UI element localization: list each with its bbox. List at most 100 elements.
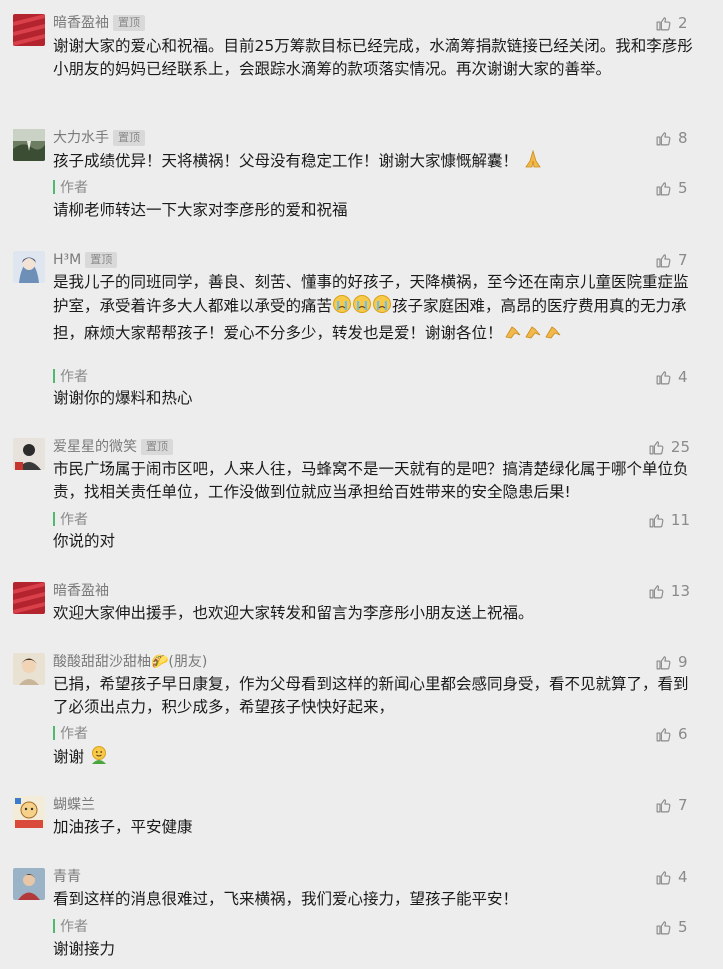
nickname[interactable]: 蝴蝶兰	[53, 794, 95, 816]
like-button[interactable]: 13	[648, 580, 690, 602]
nickname[interactable]: 大力水手	[53, 127, 109, 149]
avatar[interactable]	[13, 129, 45, 161]
avatar[interactable]	[13, 796, 45, 828]
like-count: 25	[670, 438, 690, 456]
like-count: 2	[678, 14, 688, 32]
pray-emoji	[523, 321, 543, 348]
author-bar	[53, 369, 55, 383]
avatar[interactable]	[13, 14, 45, 46]
comment-text: 市民广场属于闹市区吧，人来人往，马蜂窝不是一天就有的是吧？搞清楚绿化属于哪个单位…	[53, 460, 689, 501]
thumbs-up-icon	[649, 440, 664, 454]
nickname[interactable]: 暗香盈袖	[53, 580, 109, 602]
like-count: 6	[678, 725, 688, 743]
like-count: 9	[678, 653, 688, 671]
author-reply-text: 请柳老师转达一下大家对李彦彤的爱和祝福	[53, 201, 348, 219]
thumbs-up-icon	[656, 798, 671, 812]
like-count: 7	[678, 796, 688, 814]
person-avatar	[13, 868, 45, 900]
name-row: 蝴蝶兰	[53, 794, 95, 816]
author-reply-header: 作者	[53, 723, 88, 743]
like-button[interactable]: 7	[655, 249, 690, 271]
author-bar	[53, 512, 55, 526]
like-count: 5	[678, 918, 688, 936]
thumbs-up-icon	[656, 16, 671, 30]
like-count: 4	[678, 868, 688, 886]
reply-like-button[interactable]: 5	[655, 177, 690, 199]
like-button[interactable]: 4	[655, 866, 690, 888]
thumbs-up-icon	[656, 870, 671, 884]
nickname[interactable]: 暗香盈袖	[53, 12, 109, 34]
like-count: 11	[670, 511, 690, 529]
name-row: 大力水手 置顶	[53, 127, 145, 149]
pinned-badge: 置顶	[141, 439, 173, 455]
reply-like-button[interactable]: 6	[655, 723, 690, 745]
author-reply-text: 谢谢你的爆料和热心	[53, 389, 193, 407]
pinned-badge: 置顶	[113, 130, 145, 146]
pray-emoji	[523, 149, 543, 176]
nickname[interactable]: H³M	[53, 249, 81, 271]
pray-emoji	[543, 321, 563, 348]
comment-text-body: 孩子成绩优异！天将横祸！父母没有稳定工作！谢谢大家慷慨解囊！	[53, 152, 519, 170]
crying-emoji	[332, 294, 352, 321]
comment-list: 暗香盈袖 置顶 2 谢谢大家的爱心和祝福。目前25万筹款目标已经完成，水滴筹捐款…	[0, 0, 723, 969]
cartoon-avatar	[13, 796, 45, 828]
author-reply-text: 谢谢	[53, 745, 693, 772]
name-row: H³M 置顶	[53, 249, 118, 271]
author-reply-header: 作者	[53, 366, 88, 386]
red-stripes-avatar	[13, 14, 45, 46]
author-label: 作者	[60, 726, 88, 742]
author-reply-body: 谢谢	[53, 748, 85, 766]
like-count: 4	[678, 368, 688, 386]
avatar[interactable]	[13, 438, 45, 470]
author-label: 作者	[60, 180, 88, 196]
nickname[interactable]: 爱星星的微笑	[53, 436, 137, 458]
name-row: 青青	[53, 866, 81, 888]
hug-emoji	[89, 745, 109, 772]
child-avatar	[13, 653, 45, 685]
name-row: 暗香盈袖 置顶	[53, 12, 145, 34]
author-label: 作者	[60, 512, 88, 528]
comment-text: 已捐，希望孩子早日康复，作为父母看到这样的新闻心里都会感同身受，看不见就算了，看…	[53, 675, 689, 716]
like-button[interactable]: 7	[655, 794, 690, 816]
name-row: 暗香盈袖	[53, 580, 109, 602]
like-button[interactable]: 25	[648, 436, 690, 458]
author-reply-header: 作者	[53, 509, 88, 529]
reply-like-button[interactable]: 4	[655, 366, 690, 388]
author-reply-text: 你说的对	[53, 532, 116, 550]
like-count: 8	[678, 129, 688, 147]
thumbs-up-icon	[649, 513, 664, 527]
thumbs-up-icon	[656, 655, 671, 669]
landscape-avatar	[13, 129, 45, 161]
nickname[interactable]: 酸酸甜甜沙甜柚🌮(朋友)	[53, 651, 207, 673]
avatar[interactable]	[13, 251, 45, 283]
comment-text: 是我儿子的同班同学，善良、刻苦、懂事的好孩子，天降横祸，至今还在南京儿童医院重症…	[53, 271, 693, 348]
thumbs-up-icon	[656, 181, 671, 195]
author-reply-header: 作者	[53, 177, 88, 197]
avatar[interactable]	[13, 582, 45, 614]
like-button[interactable]: 2	[655, 12, 690, 34]
thumbs-up-icon	[656, 370, 671, 384]
pinned-badge: 置顶	[113, 15, 145, 31]
reply-like-button[interactable]: 5	[655, 916, 690, 938]
thumbs-up-icon	[656, 920, 671, 934]
reply-like-button[interactable]: 11	[648, 509, 690, 531]
portrait-avatar	[13, 438, 45, 470]
author-bar	[53, 726, 55, 740]
thumbs-up-icon	[656, 131, 671, 145]
comment-text: 孩子成绩优异！天将横祸！父母没有稳定工作！谢谢大家慷慨解囊！	[53, 149, 693, 176]
comment-text: 加油孩子，平安健康	[53, 818, 193, 836]
nickname[interactable]: 青青	[53, 866, 81, 888]
author-bar	[53, 180, 55, 194]
thumbs-up-icon	[656, 727, 671, 741]
avatar[interactable]	[13, 868, 45, 900]
name-row: 爱星星的微笑 置顶	[53, 436, 173, 458]
pray-emoji	[503, 321, 523, 348]
name-row: 酸酸甜甜沙甜柚🌮(朋友)	[53, 651, 207, 673]
anime-avatar	[13, 251, 45, 283]
red-stripes-avatar	[13, 582, 45, 614]
like-button[interactable]: 9	[655, 651, 690, 673]
like-button[interactable]: 8	[655, 127, 690, 149]
author-label: 作者	[60, 919, 88, 935]
comment-text: 看到这样的消息很难过，飞来横祸，我们爱心接力，望孩子能平安！	[53, 890, 519, 908]
avatar[interactable]	[13, 653, 45, 685]
